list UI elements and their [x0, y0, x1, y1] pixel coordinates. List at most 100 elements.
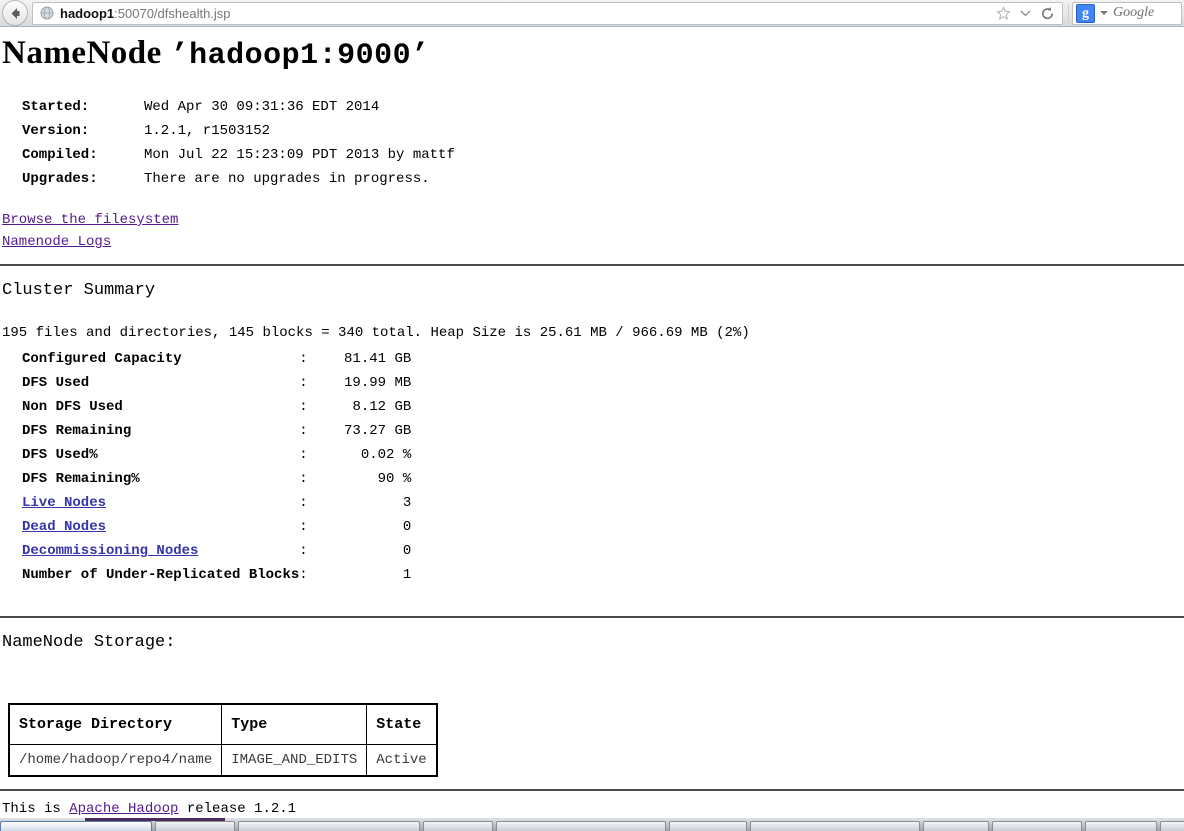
info-row: Compiled: Mon Jul 22 15:23:09 PDT 2013 b…: [22, 143, 1184, 167]
search-box[interactable]: g Google: [1072, 1, 1182, 25]
page-title-prefix: NameNode: [2, 35, 162, 71]
url-host: hadoop1: [60, 5, 115, 21]
taskbar-button[interactable]: [0, 821, 152, 831]
stat-value-dfs-remaining-pct: 90 %: [377, 471, 412, 487]
back-button[interactable]: [2, 0, 28, 26]
footer-release-line: This is Apache Hadoop release 1.2.1: [2, 801, 296, 817]
taskbar-button[interactable]: [496, 821, 666, 831]
stat-label-configured-capacity: Configured Capacity: [22, 351, 182, 367]
table-row: DFS Remaining : 73.27 GB: [22, 419, 411, 443]
info-label-upgrades: Upgrades:: [22, 171, 98, 187]
table-row: DFS Used% : 0.02 %: [22, 443, 411, 467]
taskbar-button[interactable]: [923, 821, 989, 831]
taskbar-button[interactable]: [423, 821, 493, 831]
table-row: /home/hadoop/repo4/name IMAGE_AND_EDITS …: [8, 744, 438, 777]
column-header-storage-directory: Storage Directory: [8, 703, 223, 745]
cluster-summary-heading: Cluster Summary: [2, 281, 156, 300]
taskbar-button[interactable]: [992, 821, 1082, 831]
stat-label-live-nodes: Live Nodes: [22, 491, 299, 515]
table-row: Decommissioning Nodes : 0: [22, 539, 411, 563]
stat-colon: :: [299, 543, 308, 559]
stat-colon: :: [299, 351, 308, 367]
footer-suffix: release 1.2.1: [178, 801, 297, 817]
taskbar-active-accent: [85, 818, 225, 821]
info-value-compiled: Mon Jul 22 15:23:09 PDT 2013 by mattf: [144, 147, 455, 163]
stat-colon: :: [299, 447, 308, 463]
link-decommissioning-nodes[interactable]: Decommissioning Nodes: [22, 543, 198, 559]
table-row: Number of Under-Replicated Blocks : 1: [22, 563, 411, 587]
namenode-info-block: Started: Wed Apr 30 09:31:36 EDT 2014 Ve…: [22, 95, 1184, 191]
page-title-target: ’hadoop1:9000’: [170, 39, 430, 73]
info-row: Version: 1.2.1, r1503152: [22, 119, 1184, 143]
cell-storage-directory: /home/hadoop/repo4/name: [8, 744, 223, 777]
stat-value-under-replicated-blocks: 1: [402, 567, 412, 583]
stat-colon: :: [299, 567, 308, 583]
stat-label-under-replicated-blocks: Number of Under-Replicated Blocks: [22, 567, 300, 583]
stat-value-decommissioning-nodes: 0: [402, 543, 412, 559]
stat-label-dfs-used: DFS Used: [22, 375, 90, 391]
address-bar[interactable]: hadoop1:50070/dfshealth.jsp: [32, 1, 1063, 25]
info-label-compiled: Compiled:: [22, 147, 98, 163]
stat-value-dfs-used: 19.99 MB: [344, 375, 412, 391]
search-input[interactable]: Google: [1113, 5, 1154, 21]
table-row: Live Nodes : 3: [22, 491, 411, 515]
info-label-started: Started:: [22, 99, 90, 115]
info-value-version: 1.2.1, r1503152: [144, 123, 271, 139]
info-row: Started: Wed Apr 30 09:31:36 EDT 2014: [22, 95, 1184, 119]
cell-type: IMAGE_AND_EDITS: [221, 744, 368, 777]
link-namenode-logs[interactable]: Namenode Logs: [2, 231, 111, 253]
section-divider: [0, 789, 1184, 791]
url-path: :50070/dfshealth.jsp: [114, 5, 231, 21]
stat-colon: :: [299, 423, 308, 439]
link-browse-filesystem[interactable]: Browse the filesystem: [2, 209, 178, 231]
stat-label-dfs-used-pct: DFS Used%: [22, 447, 98, 463]
info-value-upgrades: There are no upgrades in progress.: [144, 171, 430, 187]
info-value-started: Wed Apr 30 09:31:36 EDT 2014: [144, 99, 380, 115]
search-engine-chevron-icon[interactable]: [1100, 11, 1108, 15]
link-live-nodes[interactable]: Live Nodes: [22, 495, 106, 511]
info-row: Upgrades: There are no upgrades in progr…: [22, 167, 1184, 191]
stat-value-configured-capacity: 81.41 GB: [344, 351, 412, 367]
stat-colon: :: [299, 519, 308, 535]
stat-label-dfs-remaining: DFS Remaining: [22, 423, 132, 439]
namenode-storage-heading: NameNode Storage:: [2, 633, 176, 652]
stat-value-dfs-used-pct: 0.02 %: [360, 447, 412, 463]
stat-value-live-nodes: 3: [402, 495, 412, 511]
taskbar-button[interactable]: [1160, 821, 1184, 831]
table-row: Configured Capacity : 81.41 GB: [22, 347, 411, 371]
link-apache-hadoop[interactable]: Apache Hadoop: [69, 801, 178, 817]
taskbar-button[interactable]: [750, 821, 920, 831]
table-row: Dead Nodes : 0: [22, 515, 411, 539]
cluster-summary-line: 195 files and directories, 145 blocks = …: [2, 325, 750, 341]
page-body: NameNode ’hadoop1:9000’ Started: Wed Apr…: [0, 27, 1184, 818]
section-divider: [0, 264, 1184, 266]
address-bar-text: hadoop1:50070/dfshealth.jsp: [60, 6, 992, 21]
table-row: DFS Remaining% : 90 %: [22, 467, 411, 491]
stat-label-dfs-remaining-pct: DFS Remaining%: [22, 471, 140, 487]
stat-label-dead-nodes: Dead Nodes: [22, 515, 299, 539]
stat-colon: :: [299, 471, 308, 487]
taskbar-button[interactable]: [155, 821, 235, 831]
nav-links: Browse the filesystem Namenode Logs: [2, 209, 1184, 253]
stat-label-non-dfs-used: Non DFS Used: [22, 399, 123, 415]
table-row: DFS Used : 19.99 MB: [22, 371, 411, 395]
address-bar-actions: [992, 3, 1062, 24]
column-header-type: Type: [221, 703, 368, 745]
globe-icon: [39, 5, 55, 21]
page-title: NameNode ’hadoop1:9000’: [2, 35, 1184, 73]
cell-state: Active: [366, 744, 438, 777]
chevron-down-icon[interactable]: [1014, 3, 1036, 24]
section-divider: [0, 616, 1184, 618]
taskbar-button[interactable]: [669, 821, 747, 831]
stat-value-non-dfs-used: 8.12 GB: [352, 399, 412, 415]
taskbar-button[interactable]: [1085, 821, 1157, 831]
stat-colon: :: [299, 495, 308, 511]
column-header-state: State: [366, 703, 438, 745]
namenode-storage-table: Storage Directory Type State /home/hadoo…: [8, 703, 438, 777]
footer-prefix: This is: [2, 801, 70, 817]
star-icon[interactable]: [992, 3, 1014, 24]
link-dead-nodes[interactable]: Dead Nodes: [22, 519, 106, 535]
reload-icon[interactable]: [1036, 3, 1058, 24]
taskbar-button[interactable]: [238, 821, 420, 831]
browser-toolbar: hadoop1:50070/dfshealth.jsp g Google: [0, 0, 1184, 27]
